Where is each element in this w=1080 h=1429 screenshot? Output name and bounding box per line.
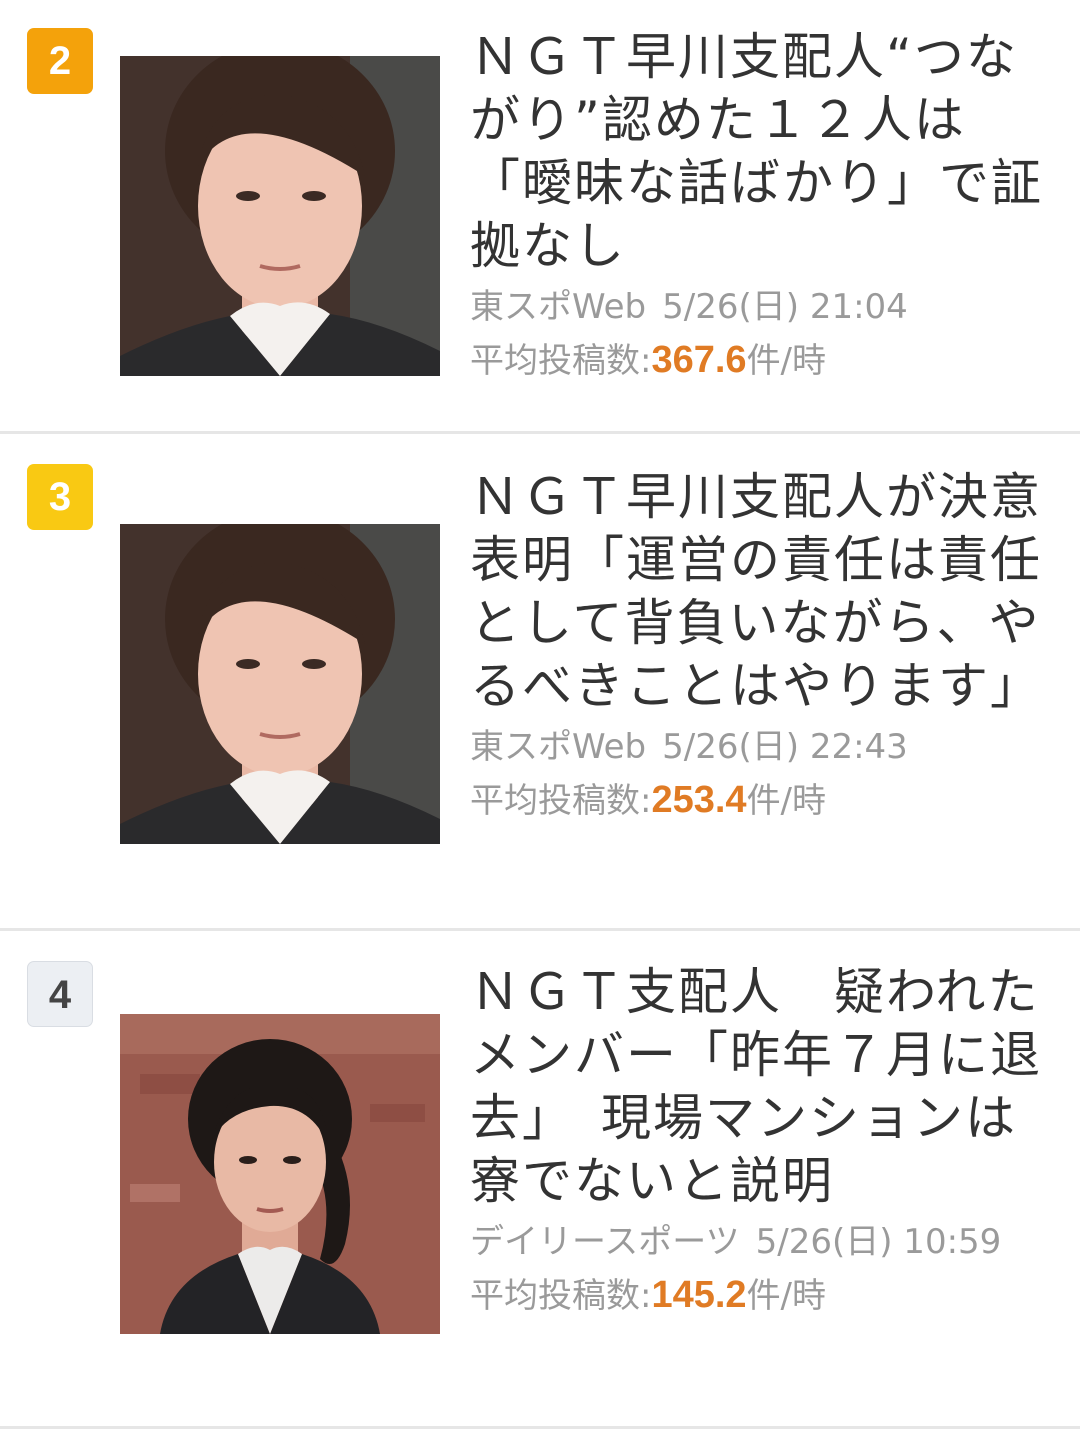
article-thumbnail[interactable]	[120, 1014, 440, 1334]
stat-unit: 件/時	[746, 781, 827, 821]
rank-badge: 4	[27, 961, 93, 1027]
article-title[interactable]: ＮＧＴ早川支配人が決意表明「運営の責任は責任として背負いながら、やるべきことはや…	[470, 466, 1050, 718]
stat-value: 253.4	[651, 779, 747, 821]
stat-value: 367.6	[651, 339, 747, 381]
portrait-photo-icon	[120, 1014, 440, 1334]
article-thumbnail[interactable]	[120, 524, 440, 844]
stat-label: 平均投稿数:	[470, 341, 652, 381]
portrait-photo-icon	[120, 524, 440, 844]
article-title[interactable]: ＮＧＴ早川支配人“つながり”認めた１２人は「曖昧な話ばかり」で証拠なし	[470, 26, 1050, 278]
article-source: 東スポWeb	[470, 727, 647, 767]
article-date: 5/26(日) 21:04	[662, 287, 908, 327]
article-title[interactable]: ＮＧＴ支配人 疑われたメンバー「昨年７月に退去」 現場マンションは寮でないと説明	[470, 961, 1050, 1213]
article-thumbnail[interactable]	[120, 56, 440, 376]
article-meta: デイリースポーツ 5/26(日) 10:59	[470, 1219, 1050, 1265]
article-meta: 東スポWeb 5/26(日) 21:04	[470, 284, 1050, 330]
stat-unit: 件/時	[746, 341, 827, 381]
stat-value: 145.2	[651, 1274, 747, 1316]
ranking-list: 2 ＮＧＴ早川支配人“つながり”認めた１２人は「曖昧な話ばかり」で証拠なし 東ス…	[0, 0, 1080, 1429]
post-stats: 平均投稿数:367.6件/時	[470, 334, 1050, 387]
article-text: ＮＧＴ早川支配人が決意表明「運営の責任は責任として背負いながら、やるべきことはや…	[470, 466, 1050, 827]
article-date: 5/26(日) 10:59	[755, 1222, 1002, 1262]
list-item[interactable]: 3 ＮＧＴ早川支配人が決意表明「運営の責任は責任として背負いながら、やるべきこと…	[0, 434, 1080, 931]
rank-badge: 2	[27, 28, 93, 94]
portrait-photo-icon	[120, 56, 440, 376]
article-source: デイリースポーツ	[470, 1222, 740, 1262]
article-date: 5/26(日) 22:43	[662, 727, 908, 767]
stat-label: 平均投稿数:	[470, 781, 652, 821]
article-meta: 東スポWeb 5/26(日) 22:43	[470, 724, 1050, 770]
article-text: ＮＧＴ支配人 疑われたメンバー「昨年７月に退去」 現場マンションは寮でないと説明…	[470, 961, 1050, 1322]
post-stats: 平均投稿数:253.4件/時	[470, 774, 1050, 827]
stat-label: 平均投稿数:	[470, 1276, 652, 1316]
list-item[interactable]: 2 ＮＧＴ早川支配人“つながり”認めた１２人は「曖昧な話ばかり」で証拠なし 東ス…	[0, 0, 1080, 434]
article-source: 東スポWeb	[470, 287, 647, 327]
list-item[interactable]: 4 ＮＧＴ支配人 疑われたメンバー「昨年７月に退去」 現場マンションは寮でないと…	[0, 931, 1080, 1429]
article-text: ＮＧＴ早川支配人“つながり”認めた１２人は「曖昧な話ばかり」で証拠なし 東スポW…	[470, 26, 1050, 387]
rank-badge: 3	[27, 464, 93, 530]
post-stats: 平均投稿数:145.2件/時	[470, 1269, 1050, 1322]
stat-unit: 件/時	[746, 1276, 827, 1316]
